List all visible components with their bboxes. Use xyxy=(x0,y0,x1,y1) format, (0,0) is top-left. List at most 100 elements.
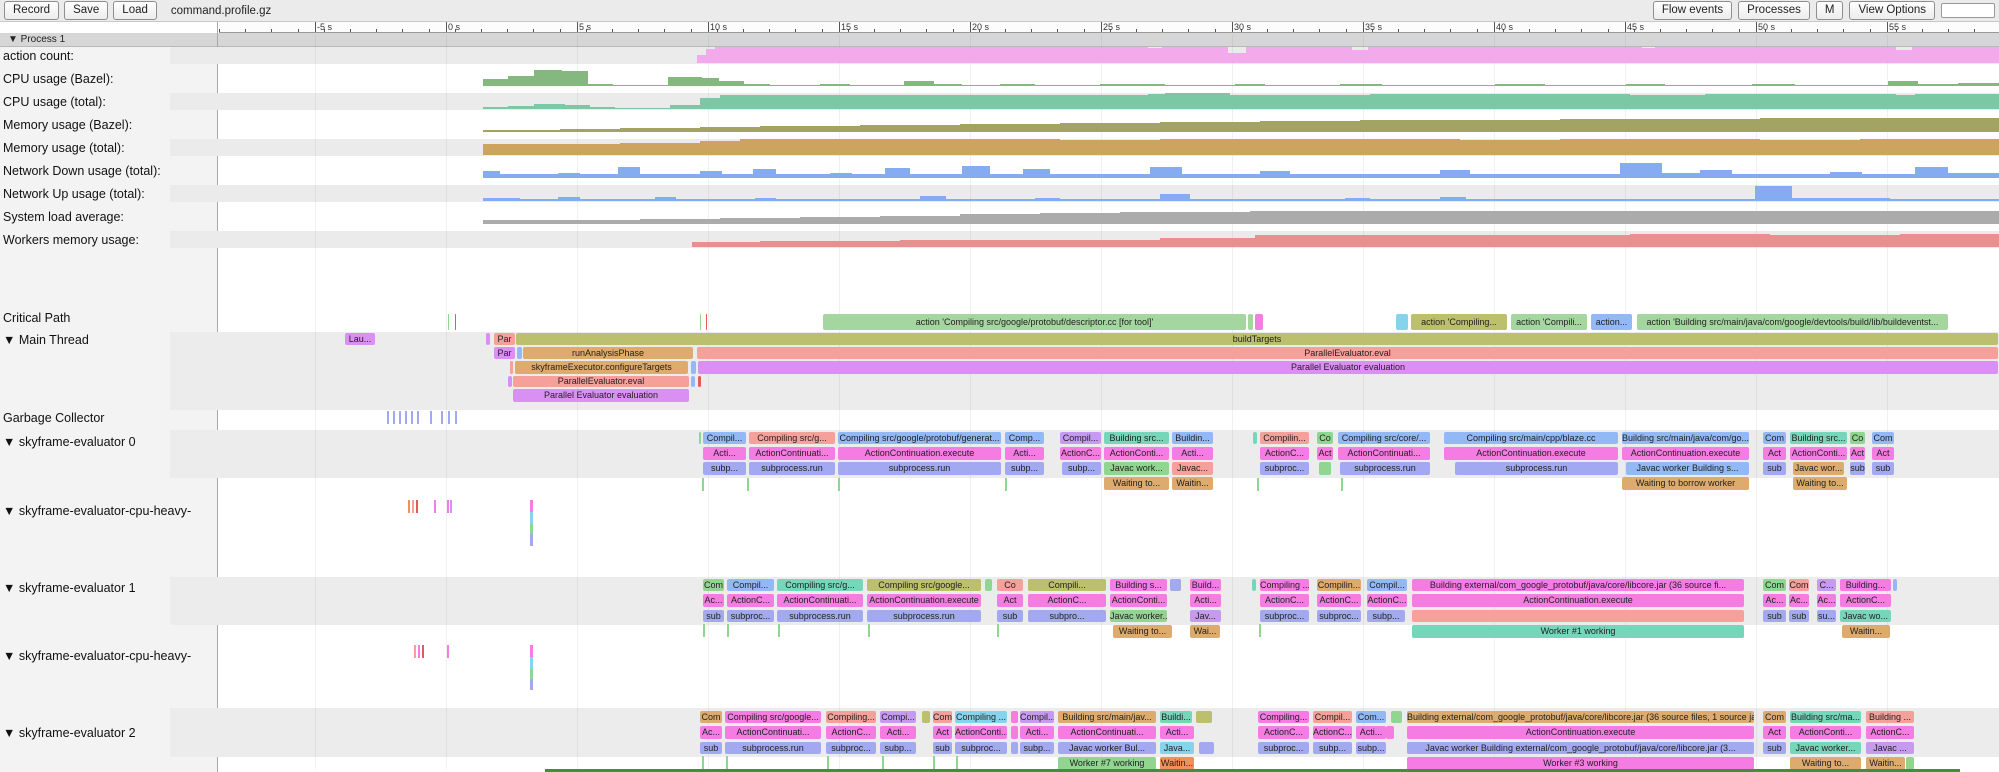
evaluator2-1-event-bar[interactable]: Building src/ma... xyxy=(1790,711,1861,723)
action-count-chart-segment[interactable] xyxy=(706,49,715,63)
evaluator0-1-event-bar[interactable]: Co xyxy=(1850,432,1865,444)
track-label-section[interactable]: ▼ skyframe-evaluator-cpu-heavy- xyxy=(3,504,191,518)
sys-load-chart-segment[interactable] xyxy=(640,219,720,224)
evaluator2-2-event-bar[interactable]: ActionC... xyxy=(1313,726,1352,739)
evaluator1-2-event-bar[interactable]: Acti... xyxy=(1190,594,1221,607)
evaluator1-1-event-bar[interactable]: Com xyxy=(703,579,724,591)
evaluator1-1-event-bar[interactable] xyxy=(1170,579,1181,591)
event-sliver[interactable] xyxy=(530,679,533,690)
sys-load-chart-segment[interactable] xyxy=(560,220,640,224)
evaluator0-1-event-bar[interactable]: Comp... xyxy=(1005,432,1044,444)
evaluator0-1-event-bar[interactable]: Compiling src/main/cpp/blaze.cc xyxy=(1444,432,1618,444)
cpu-total-chart-segment[interactable] xyxy=(1915,94,1999,109)
evaluator0-2-event-bar[interactable]: Act xyxy=(1317,447,1333,460)
evaluator0-2-event-bar[interactable]: Acti... xyxy=(703,447,746,460)
evaluator1-2-event-bar[interactable]: ActionContinuation.execute xyxy=(1412,594,1744,607)
cpu-bazel-chart-segment[interactable] xyxy=(744,84,770,86)
action-count-chart-segment[interactable] xyxy=(1228,53,1246,63)
evaluator2-1-event-bar[interactable] xyxy=(1391,711,1402,723)
evaluator1-2-event-bar[interactable]: Ac... xyxy=(703,594,724,607)
net-up-chart-segment[interactable] xyxy=(1466,199,1755,201)
mem-bazel-chart-segment[interactable] xyxy=(1460,120,1560,132)
net-up-chart-segment[interactable] xyxy=(655,197,676,201)
evaluator0-3-event-bar[interactable]: sub xyxy=(1763,462,1786,475)
evaluator0-2-event-bar[interactable]: Act xyxy=(1763,447,1786,460)
event-sliver[interactable] xyxy=(393,411,395,424)
event-sliver[interactable] xyxy=(727,624,729,637)
cpu-bazel-chart-segment[interactable] xyxy=(562,71,588,86)
cpu-total-chart-segment[interactable] xyxy=(615,108,670,109)
workers-mem-chart-segment[interactable] xyxy=(1060,240,1160,247)
cpu-bazel-chart-segment[interactable] xyxy=(1035,85,1100,86)
evaluator2-3-event-bar[interactable]: subprocess.run xyxy=(725,742,821,754)
mem-total-chart-segment[interactable] xyxy=(1060,140,1160,155)
net-down-chart-segment[interactable] xyxy=(1150,167,1182,178)
mem-total-chart-segment[interactable] xyxy=(740,139,1060,155)
cpu-bazel-chart-segment[interactable] xyxy=(1495,84,1545,86)
main-thread-1-event-bar[interactable]: Par xyxy=(494,333,515,345)
evaluator2-1-event-bar[interactable]: Com xyxy=(1763,711,1786,723)
critical-path-event-bar[interactable]: action... xyxy=(1591,314,1632,330)
main-thread-3-event-bar[interactable]: Parallel Evaluator evaluation xyxy=(698,361,1998,374)
evaluator2-2-event-bar[interactable]: ActionC... xyxy=(1866,726,1914,739)
evaluator2-1-event-bar[interactable]: Compil... xyxy=(1020,711,1054,723)
evaluator2-1-event-bar[interactable]: Compiling src/google... xyxy=(725,711,821,723)
critical-path-event-bar[interactable] xyxy=(706,314,707,330)
evaluator1-3-event-bar[interactable]: Javac wo... xyxy=(1840,610,1891,622)
mem-bazel-chart-segment[interactable] xyxy=(1930,118,1999,132)
net-up-chart-segment[interactable] xyxy=(755,198,776,201)
net-down-chart-segment[interactable] xyxy=(1700,170,1732,178)
evaluator0-3-event-bar[interactable]: Javac worker Building s... xyxy=(1626,462,1749,475)
evaluator1-1-event-bar[interactable]: Compil... xyxy=(1367,579,1407,591)
main-thread-1-event-bar[interactable] xyxy=(486,333,490,345)
event-sliver[interactable] xyxy=(530,657,533,669)
event-sliver[interactable] xyxy=(702,478,704,491)
evaluator1-1-event-bar[interactable]: Building s... xyxy=(1110,579,1167,591)
net-down-chart-segment[interactable] xyxy=(1050,174,1150,178)
evaluator0-3-event-bar[interactable]: subp... xyxy=(703,462,746,475)
net-down-chart-segment[interactable] xyxy=(1830,172,1862,178)
evaluator0-1-event-bar[interactable]: Buildin... xyxy=(1172,432,1213,444)
net-up-chart-segment[interactable] xyxy=(1440,197,1466,201)
net-up-chart-segment[interactable] xyxy=(1792,198,1858,201)
evaluator1-2-event-bar[interactable]: ActionConti... xyxy=(1110,594,1167,607)
evaluator0-4-event-bar[interactable]: Waitin... xyxy=(1172,477,1213,490)
cpu-bazel-chart-segment[interactable] xyxy=(1665,85,1752,86)
event-sliver[interactable] xyxy=(778,624,780,637)
evaluator1-2-event-bar[interactable]: ActionContinuati... xyxy=(777,594,863,607)
cpu-total-chart-segment[interactable] xyxy=(1230,95,1352,109)
evaluator0-3-event-bar[interactable]: sub xyxy=(1850,462,1865,475)
workers-mem-chart-segment[interactable] xyxy=(1410,235,1630,247)
evaluator2-3-event-bar[interactable]: subproc... xyxy=(826,742,876,754)
evaluator1-1-event-bar[interactable]: Building external/com_google_protobuf/ja… xyxy=(1412,579,1744,591)
evaluator1-2-event-bar[interactable]: ActionC... xyxy=(1028,594,1106,607)
cpu-total-chart-segment[interactable] xyxy=(1352,95,1370,109)
net-up-chart-segment[interactable] xyxy=(520,199,558,201)
event-sliver[interactable] xyxy=(411,411,413,424)
view-options-button[interactable]: View Options xyxy=(1849,1,1935,20)
cpu-bazel-chart-segment[interactable] xyxy=(613,85,668,86)
event-sliver[interactable] xyxy=(422,645,424,658)
net-up-chart-segment[interactable] xyxy=(1035,198,1060,201)
cpu-total-chart-segment[interactable] xyxy=(700,98,720,109)
event-sliver[interactable] xyxy=(1257,478,1259,491)
evaluator1-2-event-bar[interactable]: ActionContinuation.execute xyxy=(867,594,981,607)
evaluator1-3-event-bar[interactable]: subpro... xyxy=(1028,610,1106,622)
cpu-bazel-chart-segment[interactable] xyxy=(1165,85,1235,86)
evaluator0-1-event-bar[interactable]: Building src/main/java/com/go... xyxy=(1622,432,1749,444)
evaluator2-3-event-bar[interactable]: Java... xyxy=(1160,742,1194,754)
mem-bazel-chart-segment[interactable] xyxy=(620,128,700,132)
net-down-chart-segment[interactable] xyxy=(910,174,962,178)
evaluator2-2-event-bar[interactable]: Acti... xyxy=(1356,726,1386,739)
evaluator1-1-event-bar[interactable]: Com xyxy=(1763,579,1786,591)
main-thread-4-event-bar[interactable] xyxy=(508,376,512,387)
cpu-bazel-chart-segment[interactable] xyxy=(820,84,850,86)
action-count-chart-segment[interactable] xyxy=(715,47,1148,63)
process-header[interactable]: ▼ Process 1 xyxy=(0,33,1999,47)
mem-bazel-chart-segment[interactable] xyxy=(1860,118,1930,132)
action-count-chart-segment[interactable] xyxy=(697,55,706,63)
evaluator1-1-event-bar[interactable]: Compiling src/g... xyxy=(777,579,863,591)
evaluator0-3-event-bar[interactable]: Javac... xyxy=(1172,462,1213,475)
net-up-chart-segment[interactable] xyxy=(946,199,1035,201)
evaluator0-2-event-bar[interactable]: Acti... xyxy=(1005,447,1044,460)
